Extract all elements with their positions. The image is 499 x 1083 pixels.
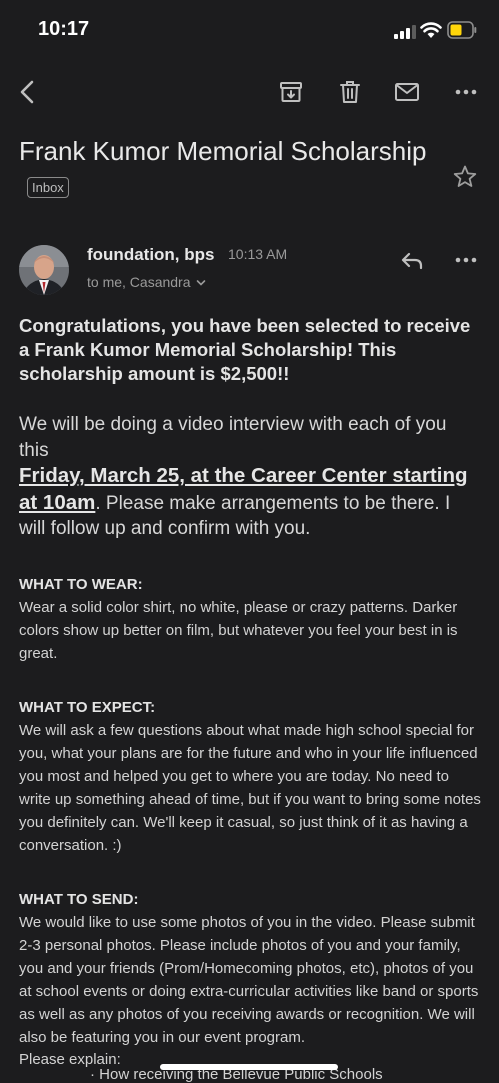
what-to-expect-title: WHAT TO EXPECT: <box>19 698 156 716</box>
home-indicator[interactable] <box>160 1064 338 1070</box>
more-horizontal-icon[interactable] <box>452 78 480 106</box>
what-to-expect-text: We will ask a few questions about what m… <box>19 721 481 854</box>
what-to-send-text: We would like to use some photos of you … <box>19 913 479 1046</box>
recipients-text: to me, Casandra <box>87 274 191 290</box>
trash-icon[interactable] <box>336 78 364 106</box>
what-to-send-title: WHAT TO SEND: <box>19 890 139 908</box>
mail-icon[interactable] <box>393 78 421 106</box>
reply-icon[interactable] <box>398 246 426 274</box>
status-bar: 10:17 <box>0 0 499 60</box>
chevron-down-icon <box>197 280 206 286</box>
wifi-icon <box>420 22 442 38</box>
interview-intro: We will be doing a video interview with … <box>19 414 447 461</box>
sent-time: 10:13 AM <box>228 246 288 262</box>
recipients-toggle[interactable]: to me, Casandra <box>87 274 206 290</box>
chevron-left-icon[interactable] <box>14 78 42 106</box>
avatar-image <box>19 245 69 295</box>
interview-paragraph: We will be doing a video interview with … <box>19 412 481 542</box>
message-more-icon[interactable] <box>452 246 480 274</box>
status-time: 10:17 <box>38 18 90 40</box>
subject-text: Frank Kumor Memorial Scholarship <box>19 136 427 166</box>
inbox-label-badge[interactable]: Inbox <box>27 176 69 198</box>
email-subject: Frank Kumor Memorial Scholarship Inbox <box>19 132 439 208</box>
signal-icon <box>394 25 416 39</box>
archive-icon[interactable] <box>277 78 305 106</box>
avatar[interactable] <box>19 245 69 295</box>
star-outline-icon[interactable] <box>452 164 478 190</box>
what-to-wear-title: WHAT TO WEAR: <box>19 575 143 593</box>
congratulations-headline: Congratulations, you have been selected … <box>19 315 471 384</box>
what-to-wear-text: Wear a solid color shirt, no white, plea… <box>19 598 458 662</box>
email-body: Congratulations, you have been selected … <box>19 314 481 1071</box>
sender-name: foundation, bps <box>87 245 215 264</box>
battery-icon <box>447 21 477 39</box>
email-toolbar <box>0 62 499 122</box>
